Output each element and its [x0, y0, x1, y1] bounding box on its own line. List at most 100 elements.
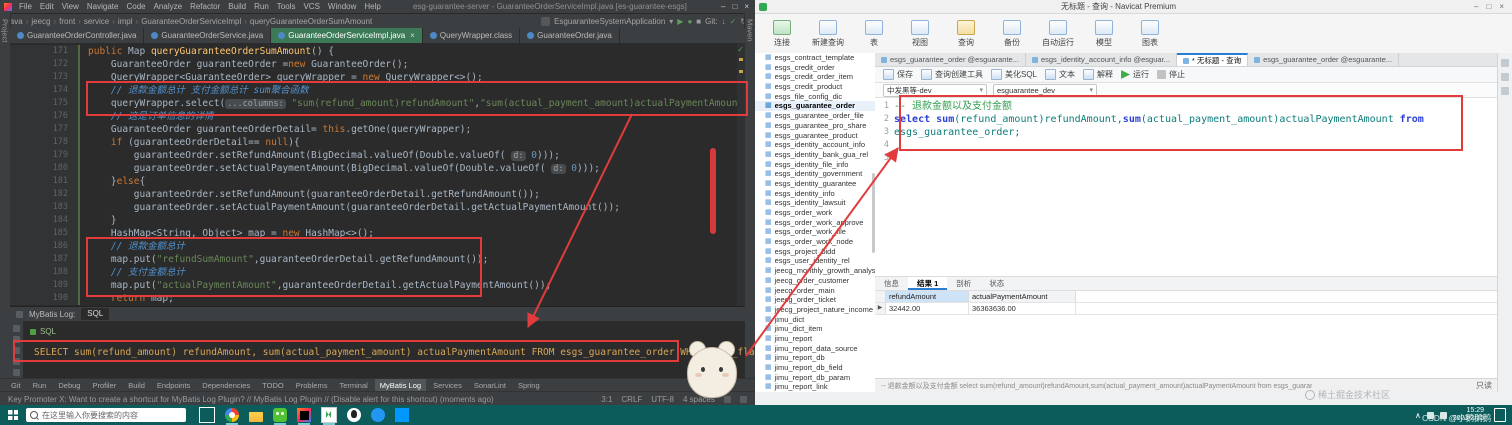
line-number[interactable]: 5	[875, 152, 894, 165]
minimize-icon[interactable]: –	[1474, 2, 1478, 11]
tree-item[interactable]: ▦ esgs_credit_order	[755, 63, 875, 73]
menu-help[interactable]: Help	[360, 2, 384, 11]
line-number[interactable]: 181	[10, 175, 80, 188]
tree-item[interactable]: ▦ esgs_order_work_approve	[755, 218, 875, 228]
menu-build[interactable]: Build	[224, 2, 250, 11]
navigation-pane-icon[interactable]	[1501, 59, 1509, 67]
log-clear-icon[interactable]	[13, 369, 20, 376]
tree-item[interactable]: ▦ jimu_dict	[755, 315, 875, 325]
line-number[interactable]: 188	[10, 266, 80, 279]
menu-run[interactable]: Run	[250, 2, 273, 11]
line-number[interactable]: 177	[10, 123, 80, 136]
wechat-icon[interactable]	[273, 408, 287, 425]
line-number[interactable]: 182	[10, 188, 80, 201]
logged-sql-statement[interactable]: SELECT sum(refund_amount) refundAmount, …	[30, 347, 783, 358]
result-tab-信息[interactable]: 信息	[875, 277, 908, 290]
query-button-停止[interactable]: 停止	[1157, 69, 1185, 80]
editor-tab[interactable]: GuaranteeOrderServiceImpl.java ×	[271, 28, 423, 43]
tree-item[interactable]: ▦ esgs_identity_government	[755, 169, 875, 179]
start-button[interactable]	[8, 410, 18, 420]
tree-item[interactable]: ▦ esgs_guarantee_pro_share	[755, 121, 875, 131]
tree-item[interactable]: ▦ esgs_identity_bank_gua_rel	[755, 150, 875, 160]
menu-analyze[interactable]: Analyze	[150, 2, 186, 11]
editor-tab[interactable]: GuaranteeOrder.java	[520, 28, 620, 43]
run-icon[interactable]: ▶	[677, 17, 683, 26]
tree-item[interactable]: ▦ esgs_identity_info	[755, 189, 875, 199]
tree-item[interactable]: ▦ jeecg_project_nature_income	[755, 305, 875, 315]
git-update-icon[interactable]: ↓	[722, 17, 726, 26]
history-pane-icon[interactable]	[1501, 87, 1509, 95]
idea-icon[interactable]	[297, 408, 311, 425]
document-tab[interactable]: esgs_guarantee_order @esguarante...	[875, 53, 1026, 66]
query-button-文本[interactable]: 文本	[1045, 69, 1075, 80]
tree-item[interactable]: ▦ jimu_report_db_param	[755, 373, 875, 383]
menu-navigate[interactable]: Navigate	[83, 2, 123, 11]
line-number[interactable]: 189	[10, 279, 80, 292]
browser-icon[interactable]	[225, 408, 239, 425]
line-number[interactable]: 183	[10, 201, 80, 214]
database-select[interactable]: esguarantee_dev ▾	[993, 83, 1097, 97]
navicat-icon[interactable]	[321, 407, 337, 425]
breadcrumb-item[interactable]: service	[84, 17, 109, 26]
document-tab[interactable]: esgs_guarantee_order @esguarante...	[1248, 53, 1400, 66]
editor-tab[interactable]: QueryWrapper.class	[423, 28, 521, 43]
tree-item[interactable]: ▦ esgs_order_work_node	[755, 237, 875, 247]
result-tab-状态[interactable]: 状态	[980, 277, 1013, 290]
tree-item[interactable]: ▦ jimu_dict_item	[755, 324, 875, 334]
tree-item[interactable]: ▦ jeecg_order_ticket	[755, 295, 875, 305]
tree-item[interactable]: ▦ esgs_credit_product	[755, 82, 875, 92]
close-icon[interactable]: ×	[1499, 2, 1504, 11]
run-config-selector[interactable]: EsguaranteeSystemApplication	[554, 17, 665, 26]
breadcrumb-item[interactable]: impl	[118, 17, 133, 26]
line-number[interactable]: 186	[10, 240, 80, 253]
query-button-运行[interactable]: 运行	[1121, 69, 1149, 80]
line-number[interactable]: 171	[10, 45, 80, 58]
tree-item[interactable]: ▦ esgs_identity_lawsuit	[755, 198, 875, 208]
toolbar-button-连接[interactable]: 连接	[759, 20, 805, 48]
chevron-down-icon[interactable]: ▾	[669, 17, 673, 26]
menu-view[interactable]: View	[58, 2, 83, 11]
line-number[interactable]: 179	[10, 149, 80, 162]
task-view-icon[interactable]	[199, 407, 215, 423]
log-stop-icon[interactable]	[13, 336, 20, 343]
maven-toolwindow-button[interactable]: Maven	[746, 19, 755, 42]
status-widget[interactable]: 3:1	[601, 395, 612, 404]
tree-item[interactable]: ▦ esgs_guarantee_product	[755, 131, 875, 141]
tree-item[interactable]: ▦ esgs_identity_guarantee	[755, 179, 875, 189]
sql-editor[interactable]: 1 -- 退款金额以及支付金额 2 select sum(refund_amount)…	[875, 98, 1498, 276]
column-header[interactable]: refundAmount	[886, 291, 969, 302]
dingtalk-icon[interactable]	[371, 408, 385, 422]
line-number[interactable]: 175	[10, 97, 80, 110]
query-button-保存[interactable]: 保存	[883, 69, 913, 80]
log-menu-icon[interactable]	[16, 310, 23, 318]
grid-cell[interactable]: 32442.00	[886, 303, 969, 314]
line-number[interactable]: 173	[10, 71, 80, 84]
query-button-美化SQL[interactable]: 美化SQL	[991, 69, 1037, 80]
breadcrumb-item[interactable]: jeecg	[31, 17, 50, 26]
line-number[interactable]: 185	[10, 227, 80, 240]
toolbar-button-图表[interactable]: 图表	[1127, 20, 1173, 48]
line-number[interactable]: 4	[875, 139, 894, 152]
row-marker[interactable]: ▶	[875, 303, 886, 314]
line-number[interactable]: 3	[875, 126, 894, 139]
line-number[interactable]: 1	[875, 100, 894, 113]
tree-item[interactable]: ▦ jimu_report_db	[755, 353, 875, 363]
tree-item[interactable]: ▦ esgs_identity_account_info	[755, 140, 875, 150]
tree-item[interactable]: ▦ esgs_order_work_file	[755, 227, 875, 237]
tray-expand-icon[interactable]: ∧	[1415, 411, 1421, 420]
tree-item[interactable]: ▦ jimu_report	[755, 334, 875, 344]
tree-item[interactable]: ▦ jimu_report_db_field	[755, 363, 875, 373]
query-button-解释[interactable]: 解释	[1083, 69, 1113, 80]
status-widget[interactable]: CRLF	[621, 395, 642, 404]
column-header[interactable]: actualPaymentAmount	[969, 291, 1076, 302]
editor-tab[interactable]: GuaranteeOrderController.java	[10, 28, 145, 43]
menu-code[interactable]: Code	[122, 2, 149, 11]
log-sql-tab[interactable]: SQL	[81, 308, 110, 320]
line-number[interactable]: 190	[10, 292, 80, 305]
line-number[interactable]: 176	[10, 110, 80, 123]
log-scroll-icon[interactable]	[13, 358, 20, 365]
log-filter-icon[interactable]	[13, 347, 20, 354]
line-number[interactable]: 2	[875, 113, 894, 126]
document-tab[interactable]: esgs_identity_account_info @esguar...	[1026, 53, 1177, 66]
project-toolwindow-button[interactable]: Project	[1, 19, 10, 42]
